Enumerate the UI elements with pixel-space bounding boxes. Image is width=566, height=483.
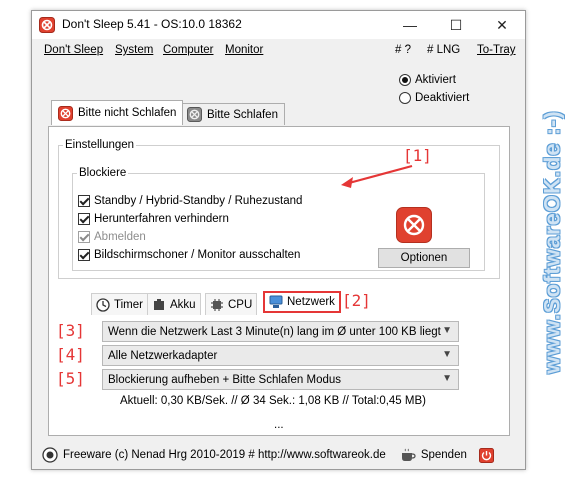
radio-deactivated-label: Deaktiviert [415,92,470,104]
network-icon [269,295,283,308]
checkbox-shutdown-label: Herunterfahren verhindern [94,213,229,225]
menu-system[interactable]: System [115,44,153,56]
radio-activated-dot[interactable] [399,74,411,86]
more-ellipsis: ... [274,419,284,431]
subtab-cpu[interactable]: CPU [205,293,258,315]
tab-no-sleep[interactable]: Bitte nicht Schlafen [51,100,184,125]
battery-icon [154,298,164,310]
action-value: Blockierung aufheben + Bitte Schlafen Mo… [108,373,342,386]
footer: Freeware (c) Nenad Hrg 2010-2019 # http:… [32,441,525,469]
subtab-network-label: Netzwerk [287,296,335,308]
subtab-network[interactable]: Netzwerk [263,291,341,313]
menu-monitor[interactable]: Monitor [225,44,263,56]
tab-sleep[interactable]: Bitte Schlafen [180,103,285,125]
checkbox-logoff: Abmelden [78,231,146,243]
donate-link[interactable]: Spenden [421,449,467,461]
subtab-timer[interactable]: Timer [91,293,148,315]
radio-activated-label: Aktiviert [415,74,456,86]
subtab-cpu-label: CPU [228,298,253,311]
checkbox-standby-box[interactable] [78,195,90,207]
maximize-button[interactable]: ☐ [433,11,479,39]
stop-sleep-icon [58,105,73,121]
condition-value: Wenn die Netzwerk Last 3 Minute(n) lang … [108,325,441,338]
checkbox-screensaver[interactable]: Bildschirmschoner / Monitor ausschalten [78,249,300,261]
menu-dont-sleep[interactable]: Don't Sleep [44,44,103,56]
stop-status-icon [396,207,432,243]
power-icon[interactable] [478,447,494,463]
marker-4: [4] [56,345,85,364]
chevron-down-icon: ▼ [442,373,452,384]
minimize-button[interactable]: — [387,11,433,39]
subtab-timer-label: Timer [114,298,143,311]
condition-dropdown[interactable]: Wenn die Netzwerk Last 3 Minute(n) lang … [102,321,459,342]
adapter-value: Alle Netzwerkadapter [108,349,218,362]
coffee-icon [401,448,416,461]
checkbox-logoff-label: Abmelden [94,231,146,243]
annotation-arrow-icon [341,164,413,188]
menu-help[interactable]: # ? [395,44,411,56]
tab-panel: Einstellungen Blockiere Standby / Hybrid… [48,126,510,436]
checkbox-shutdown-box[interactable] [78,213,90,225]
watermark-text: www.SoftwareOK.de :-) [540,109,566,374]
tab-sleep-label: Bitte Schlafen [207,108,278,121]
checkbox-screensaver-label: Bildschirmschoner / Monitor ausschalten [94,249,301,261]
block-legend: Blockiere [79,167,127,179]
network-status: Aktuell: 0,30 KB/Sek. // Ø 34 Sek.: 1,08… [120,395,426,407]
radio-deactivated[interactable]: Deaktiviert [399,92,469,104]
freeware-icon [42,447,58,463]
radio-deactivated-dot[interactable] [399,92,411,104]
checkbox-standby-label: Standby / Hybrid-Standby / Ruhezustand [94,195,303,207]
menu-bar: Don't Sleep System Computer Monitor # ? … [32,40,525,62]
cpu-icon [211,298,223,311]
sleep-icon [187,107,202,122]
marker-2: [2] [342,291,371,310]
subtab-battery[interactable]: Akku [147,293,201,315]
menu-to-tray[interactable]: To-Tray [477,44,516,56]
checkbox-shutdown[interactable]: Herunterfahren verhindern [78,213,229,225]
window-title: Don't Sleep 5.41 - OS:10.0 18362 [62,17,242,31]
options-button[interactable]: Optionen [378,248,470,268]
chevron-down-icon: ▼ [442,349,452,360]
checkbox-screensaver-box[interactable] [78,249,90,261]
app-window: Don't Sleep 5.41 - OS:10.0 18362 — ☐ ✕ D… [31,10,526,470]
timer-icon [96,297,110,312]
action-dropdown[interactable]: Blockierung aufheben + Bitte Schlafen Mo… [102,369,459,390]
stop-x-icon [403,214,425,236]
marker-3: [3] [56,321,85,340]
app-icon [39,17,55,33]
checkbox-logoff-box [78,231,90,243]
radio-activated[interactable]: Aktiviert [399,74,456,86]
adapter-dropdown[interactable]: Alle Netzwerkadapter ▼ [102,345,459,366]
title-bar[interactable]: Don't Sleep 5.41 - OS:10.0 18362 — ☐ ✕ [32,11,525,39]
menu-computer[interactable]: Computer [163,44,214,56]
menu-language[interactable]: # LNG [427,44,460,56]
footer-text[interactable]: Freeware (c) Nenad Hrg 2010-2019 # http:… [63,449,386,461]
tab-no-sleep-label: Bitte nicht Schlafen [78,107,177,119]
settings-legend: Einstellungen [65,139,135,151]
close-button[interactable]: ✕ [479,11,525,39]
chevron-down-icon: ▼ [442,325,452,336]
checkbox-standby[interactable]: Standby / Hybrid-Standby / Ruhezustand [78,195,302,207]
marker-5: [5] [56,369,85,388]
watermark: www.SoftwareOK.de :-) [540,0,566,483]
subtab-battery-label: Akku [170,298,196,311]
